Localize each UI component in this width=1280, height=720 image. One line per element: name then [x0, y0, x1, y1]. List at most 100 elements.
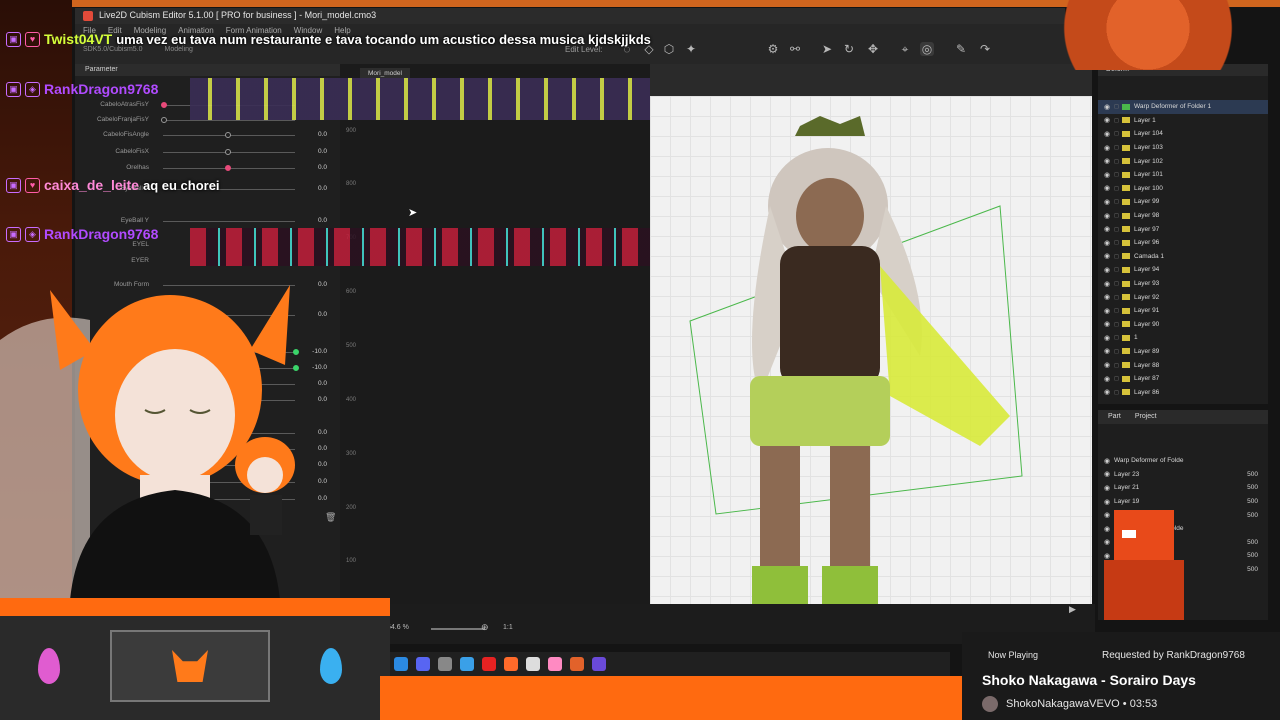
settings-tool-icon[interactable]: ⚙: [766, 42, 780, 56]
lock-icon[interactable]: ◻: [1114, 117, 1122, 124]
eye-icon[interactable]: ◉: [1104, 334, 1114, 342]
lock-icon[interactable]: ◻: [1114, 185, 1122, 192]
pen-tool-icon[interactable]: ✎: [954, 42, 968, 56]
layer-item[interactable]: ◉ ◻ Layer 91: [1098, 304, 1268, 318]
obs-icon[interactable]: [438, 657, 452, 671]
eye-icon[interactable]: ◉: [1104, 470, 1114, 478]
layer-item[interactable]: ◉ ◻ Layer 104: [1098, 127, 1268, 141]
deform-brush-icon[interactable]: ◎: [920, 42, 934, 56]
layer-item[interactable]: ◉ ◻ Layer 92: [1098, 290, 1268, 304]
param-knob[interactable]: [225, 165, 231, 171]
eye-icon[interactable]: ◉: [1104, 212, 1114, 220]
browser-icon[interactable]: [460, 657, 474, 671]
mesh-tool-icon[interactable]: ⌖: [898, 42, 912, 56]
lock-icon[interactable]: ◻: [1114, 375, 1122, 382]
eye-icon[interactable]: ◉: [1104, 347, 1114, 355]
layer-item[interactable]: ◉ ◻ Layer 103: [1098, 141, 1268, 155]
param-row[interactable]: CabeloFisX 0.0: [75, 145, 340, 159]
zoom-in-icon[interactable]: ⊕: [481, 622, 489, 633]
redo-icon[interactable]: ↷: [978, 42, 992, 56]
deformer-item-selected[interactable]: ◉ ◻ Warp Deformer of Folder 1: [1098, 100, 1268, 114]
lock-icon[interactable]: ◻: [1114, 294, 1122, 301]
select-arrow-icon[interactable]: ➤: [820, 42, 834, 56]
explorer-icon[interactable]: [526, 657, 540, 671]
part-row[interactable]: ◉Warp Deformer of Folde: [1098, 454, 1268, 468]
lock-icon[interactable]: ◻: [1114, 334, 1122, 341]
tab-part[interactable]: Part: [1108, 413, 1121, 421]
link-tool-icon[interactable]: ⚯: [788, 42, 802, 56]
part-value[interactable]: 500: [1242, 552, 1268, 559]
layer-item[interactable]: ◉ ◻ Layer 94: [1098, 263, 1268, 277]
lock-icon[interactable]: ◻: [1114, 389, 1122, 396]
brave-icon[interactable]: [504, 657, 518, 671]
param-row[interactable]: CabeloFisAngle 0.0: [75, 128, 340, 142]
lock-icon[interactable]: ◻: [1114, 348, 1122, 355]
lock-icon[interactable]: ◻: [1114, 171, 1122, 178]
youtube-icon[interactable]: [482, 657, 496, 671]
layer-item[interactable]: ◉ ◻ Layer 1: [1098, 114, 1268, 128]
eye-icon[interactable]: ◉: [1104, 144, 1114, 152]
rotate-tool-icon[interactable]: ↻: [842, 42, 856, 56]
eye-icon[interactable]: ◉: [1104, 266, 1114, 274]
eye-icon[interactable]: ◉: [1104, 457, 1114, 465]
lock-icon[interactable]: ◻: [1114, 144, 1122, 151]
pin-tool-icon[interactable]: ✦: [684, 42, 698, 56]
layer-item[interactable]: ◉ ◻ Layer 100: [1098, 182, 1268, 196]
param-knob[interactable]: [225, 132, 231, 138]
zoom-ratio[interactable]: 1:1: [503, 624, 513, 631]
param-value[interactable]: 0.0: [307, 131, 327, 138]
lock-icon[interactable]: ◻: [1114, 130, 1122, 137]
layer-item[interactable]: ◉ ◻ Layer 93: [1098, 277, 1268, 291]
param-track[interactable]: [163, 120, 295, 121]
layer-item[interactable]: ◉ ◻ Layer 97: [1098, 222, 1268, 236]
eye-icon[interactable]: ◉: [1104, 184, 1114, 192]
eye-icon[interactable]: ◉: [1104, 280, 1114, 288]
lock-icon[interactable]: ◻: [1114, 103, 1122, 110]
zoom-slider[interactable]: [431, 628, 485, 630]
lock-icon[interactable]: ◻: [1114, 253, 1122, 260]
part-value[interactable]: 500: [1242, 498, 1268, 505]
lock-icon[interactable]: ◻: [1114, 198, 1122, 205]
lock-icon[interactable]: ◻: [1114, 307, 1122, 314]
eye-icon[interactable]: ◉: [1104, 293, 1114, 301]
lock-icon[interactable]: ◻: [1114, 239, 1122, 246]
param-value[interactable]: 0.0: [307, 148, 327, 155]
eye-icon[interactable]: ◉: [1104, 361, 1114, 369]
twitch-icon[interactable]: [592, 657, 606, 671]
part-value[interactable]: 500: [1242, 566, 1268, 573]
lock-icon[interactable]: ◻: [1114, 226, 1122, 233]
param-knob[interactable]: [161, 102, 167, 108]
eye-icon[interactable]: ◉: [1104, 225, 1114, 233]
param-value[interactable]: 0.0: [307, 164, 327, 171]
layer-item[interactable]: ◉ ◻ Layer 86: [1098, 385, 1268, 399]
part-value[interactable]: 500: [1242, 539, 1268, 546]
layer-item[interactable]: ◉ ◻ Layer 96: [1098, 236, 1268, 250]
tab-project[interactable]: Project: [1135, 413, 1157, 421]
zoom-level[interactable]: 54.6 %: [387, 624, 409, 631]
lock-icon[interactable]: ◻: [1114, 280, 1122, 287]
part-value[interactable]: 500: [1242, 471, 1268, 478]
lock-icon[interactable]: ◻: [1114, 321, 1122, 328]
steam-icon[interactable]: [394, 657, 408, 671]
eye-icon[interactable]: ◉: [1104, 375, 1114, 383]
eye-icon[interactable]: ◉: [1104, 171, 1114, 179]
eye-icon[interactable]: ◉: [1104, 157, 1114, 165]
layer-item[interactable]: ◉ ◻ Layer 88: [1098, 358, 1268, 372]
layer-item[interactable]: ◉ ◻ Layer 90: [1098, 318, 1268, 332]
param-row[interactable]: Orelhas 0.0: [75, 161, 340, 175]
param-knob[interactable]: [225, 149, 231, 155]
lock-icon[interactable]: ◻: [1114, 158, 1122, 165]
lock-icon[interactable]: ◻: [1114, 266, 1122, 273]
eye-icon[interactable]: ◉: [1104, 388, 1114, 396]
discord-icon[interactable]: [416, 657, 430, 671]
part-row[interactable]: ◉ Layer 23 500: [1098, 468, 1268, 482]
eye-icon[interactable]: ◉: [1104, 103, 1114, 111]
warp-tool-icon[interactable]: ⬡: [662, 42, 676, 56]
part-value[interactable]: 500: [1242, 484, 1268, 491]
eye-icon[interactable]: ◉: [1104, 307, 1114, 315]
live2d-icon[interactable]: [570, 657, 584, 671]
layer-item[interactable]: ◉ ◻ Layer 98: [1098, 209, 1268, 223]
play-icon[interactable]: ▶: [1069, 604, 1076, 615]
param-track[interactable]: [163, 221, 295, 222]
eye-icon[interactable]: ◉: [1104, 198, 1114, 206]
